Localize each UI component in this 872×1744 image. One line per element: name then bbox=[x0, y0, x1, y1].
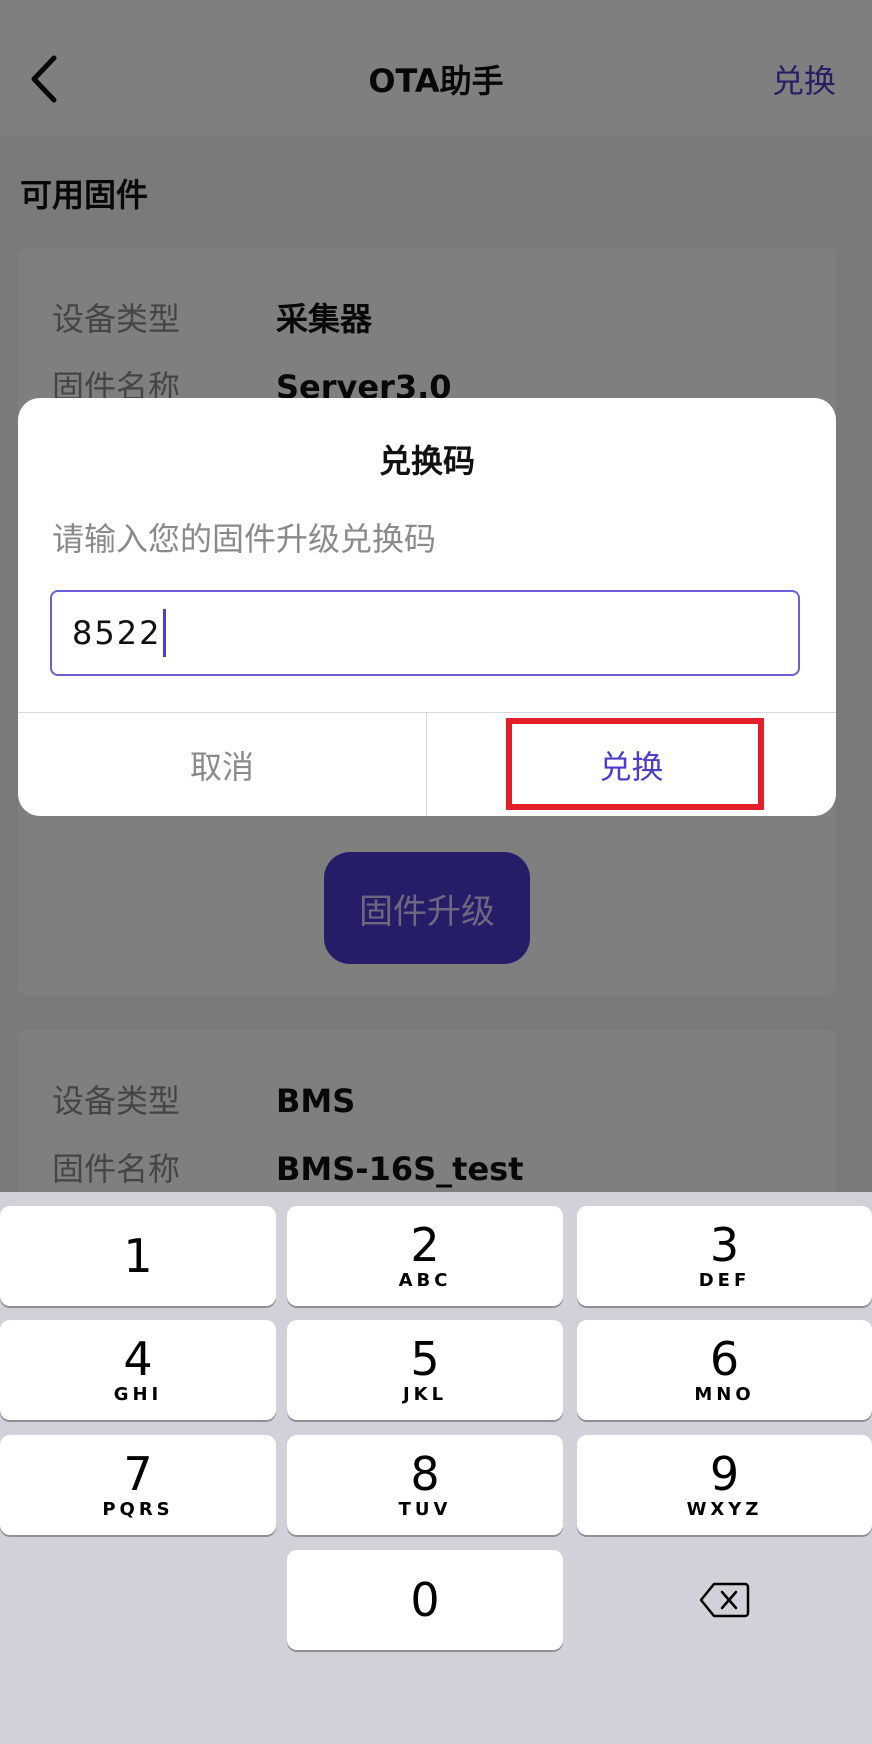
key-number: 8 bbox=[410, 1447, 440, 1501]
key-number: 0 bbox=[410, 1573, 440, 1627]
key-9[interactable]: 9 WXYZ bbox=[577, 1435, 872, 1535]
key-number: 6 bbox=[709, 1332, 740, 1386]
key-4[interactable]: 4 GHI bbox=[0, 1320, 276, 1420]
key-number: 2 bbox=[410, 1218, 440, 1272]
delete-key[interactable] bbox=[578, 1550, 870, 1650]
key-number: 7 bbox=[123, 1447, 153, 1501]
key-letters: GHI bbox=[113, 1384, 163, 1405]
key-7[interactable]: 7 PQRS bbox=[0, 1435, 276, 1535]
text-caret bbox=[163, 609, 167, 657]
key-number: 1 bbox=[123, 1229, 153, 1283]
key-letters: MNO bbox=[694, 1384, 755, 1405]
dialog-title: 兑换码 bbox=[378, 442, 475, 480]
key-number: 3 bbox=[709, 1218, 740, 1272]
key-number: 5 bbox=[410, 1332, 440, 1386]
key-letters: PQRS bbox=[102, 1499, 174, 1520]
dialog-message: 请输入您的固件升级兑换码 bbox=[52, 520, 437, 558]
key-3[interactable]: 3 DEF bbox=[577, 1206, 872, 1306]
key-letters: JKL bbox=[402, 1384, 448, 1405]
key-letters: WXYZ bbox=[686, 1499, 763, 1520]
key-number: 9 bbox=[709, 1447, 740, 1501]
key-letters: ABC bbox=[398, 1270, 452, 1291]
key-letters: TUV bbox=[398, 1499, 452, 1520]
key-1[interactable]: 1 bbox=[0, 1206, 276, 1306]
key-number: 4 bbox=[123, 1332, 153, 1386]
redeem-code-input[interactable]: 8522 bbox=[50, 590, 800, 676]
key-letters: DEF bbox=[698, 1270, 751, 1291]
numeric-keyboard: 1 2 ABC 3 DEF 4 GHI 5 JKL 6 MNO 7 PQRS 8 bbox=[0, 1192, 872, 1744]
key-2[interactable]: 2 ABC bbox=[287, 1206, 563, 1306]
highlight-box bbox=[506, 718, 764, 810]
redeem-code-value: 8522 bbox=[72, 614, 162, 652]
screen: OTA助手 兑换 可用固件 设备类型采集器 固件名称Server3.0 固件升级… bbox=[0, 0, 872, 1744]
cancel-button[interactable]: 取消 bbox=[18, 713, 426, 816]
key-0[interactable]: 0 bbox=[287, 1550, 563, 1650]
key-6[interactable]: 6 MNO bbox=[577, 1320, 872, 1420]
key-8[interactable]: 8 TUV bbox=[287, 1435, 563, 1535]
backspace-icon bbox=[699, 1582, 750, 1618]
key-5[interactable]: 5 JKL bbox=[287, 1320, 563, 1420]
